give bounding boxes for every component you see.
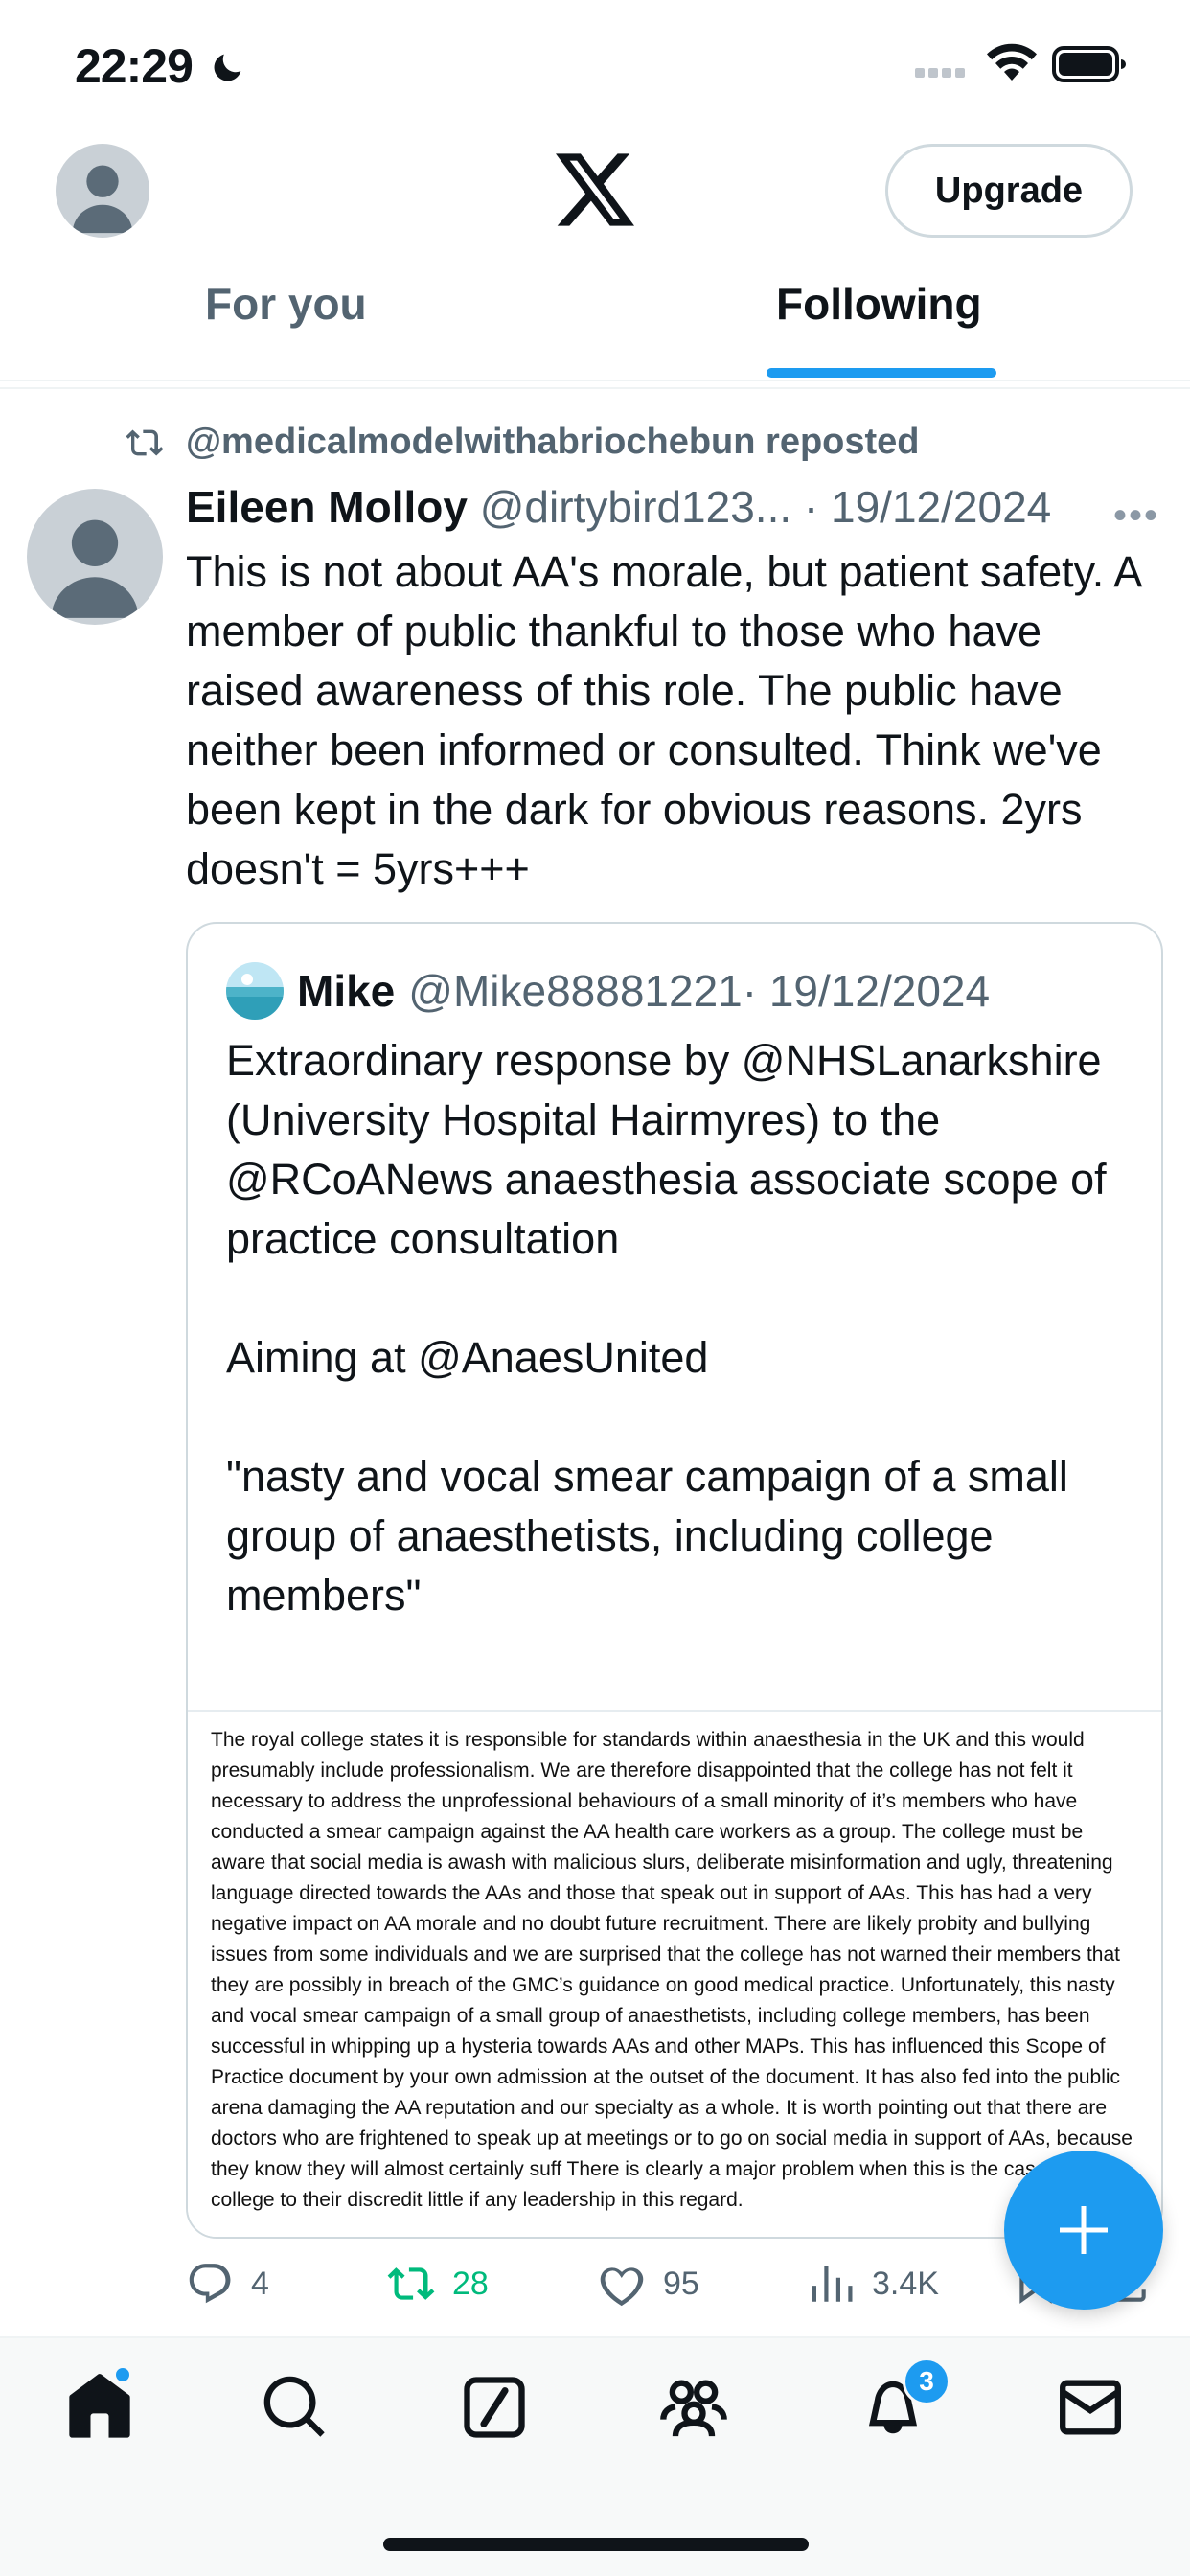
plus-icon: [1060, 2206, 1108, 2254]
like-count: 95: [663, 2265, 699, 2302]
tab-following[interactable]: Following: [776, 278, 982, 330]
profile-avatar[interactable]: [56, 144, 149, 238]
x-logo-icon[interactable]: [556, 153, 634, 226]
views-button[interactable]: 3.4K: [807, 2260, 939, 2308]
default-avatar-icon: [51, 519, 139, 618]
default-avatar-icon: [72, 165, 133, 234]
reply-count: 4: [251, 2265, 269, 2302]
tweet-text: This is not about AA's morale, but patie…: [186, 547, 1140, 893]
repost-context[interactable]: @medicalmodelwithabriochebun reposted: [123, 422, 920, 463]
like-button[interactable]: 95: [598, 2260, 699, 2308]
moon-icon: [214, 54, 241, 81]
reply-button[interactable]: 4: [186, 2260, 269, 2308]
author-name[interactable]: Eileen Molloy: [186, 482, 468, 532]
upgrade-button[interactable]: Upgrade: [885, 144, 1133, 238]
grok-icon[interactable]: [458, 2371, 531, 2444]
quoted-tweet-date: · 19/12/2024: [742, 966, 991, 1016]
tweet-date: · 19/12/2024: [803, 482, 1052, 532]
header-divider-lower: [0, 387, 1190, 389]
home-unread-dot: [113, 2365, 132, 2384]
top-header: Upgrade For you Following: [0, 134, 1190, 383]
quoted-tweet-text: Extraordinary response by @NHSLanarkshir…: [226, 1036, 1107, 1620]
quoted-image-text: The royal college states it is responsib…: [211, 1729, 1133, 2211]
mail-icon[interactable]: [1054, 2371, 1127, 2444]
communities-icon[interactable]: [657, 2371, 730, 2444]
quoted-tweet-image[interactable]: The royal college states it is responsib…: [188, 1710, 1161, 2237]
repost-context-label: @medicalmodelwithabriochebun reposted: [186, 422, 920, 462]
repost-count: 28: [452, 2265, 489, 2302]
compose-post-button[interactable]: [1004, 2150, 1163, 2310]
quoted-tweet-header: Mike @Mike88881221 · 19/12/2024: [226, 962, 990, 1020]
repost-icon: [126, 429, 164, 455]
notifications-badge: 3: [903, 2358, 950, 2405]
repost-button[interactable]: 28: [387, 2260, 489, 2308]
repost-icon: [387, 2267, 435, 2300]
views-count: 3.4K: [872, 2265, 939, 2302]
wifi-icon: [987, 43, 1037, 80]
cellular-signal-icon: [915, 65, 969, 82]
author-handle[interactable]: @dirtybird123...: [480, 482, 791, 532]
reply-icon: [189, 2264, 231, 2304]
home-indicator: [383, 2538, 809, 2551]
battery-icon: [1052, 46, 1126, 82]
heart-icon: [600, 2267, 644, 2307]
search-icon[interactable]: [259, 2371, 332, 2444]
author-avatar[interactable]: [27, 489, 163, 625]
header-divider: [0, 380, 1190, 381]
views-icon: [812, 2266, 853, 2302]
quoted-tweet[interactable]: Mike @Mike88881221 · 19/12/2024 Extraord…: [186, 922, 1163, 2239]
active-tab-indicator: [767, 368, 996, 378]
tab-for-you[interactable]: For you: [205, 278, 367, 330]
quoted-author-avatar: [226, 962, 284, 1020]
quoted-author-handle: @Mike88881221: [408, 966, 743, 1016]
status-bar: 22:29: [0, 0, 1190, 134]
more-options-icon[interactable]: •••: [1113, 494, 1159, 538]
quoted-author-name: Mike: [297, 966, 396, 1016]
status-time: 22:29: [75, 39, 194, 93]
tweet-header: Eileen Molloy @dirtybird123... · 19/12/2…: [186, 481, 1051, 533]
